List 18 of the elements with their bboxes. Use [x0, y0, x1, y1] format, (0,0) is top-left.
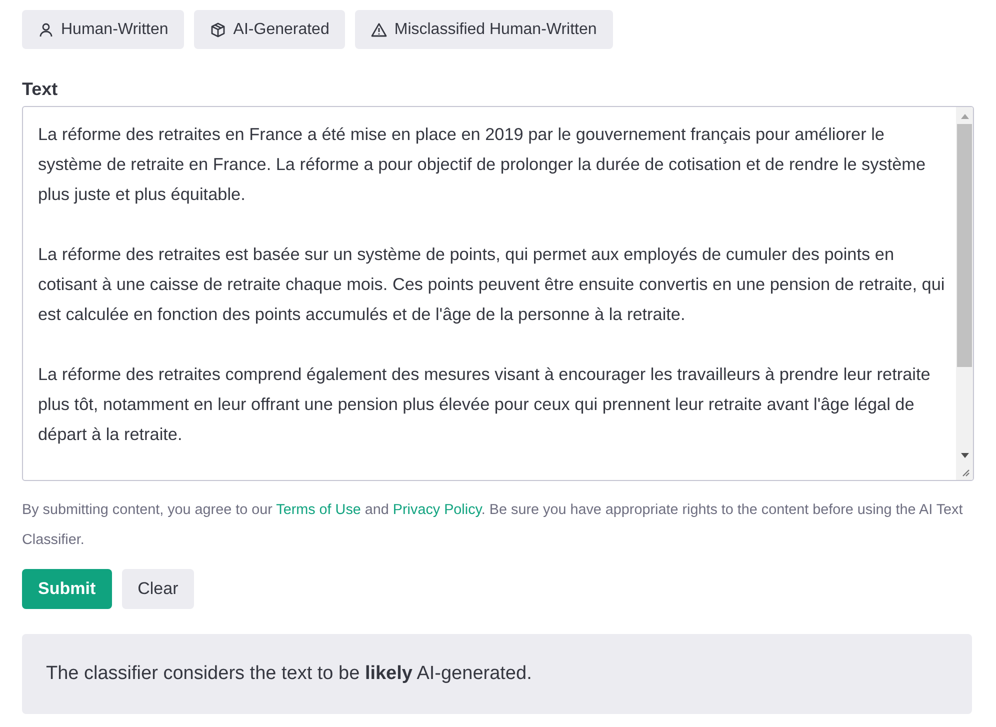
text-paragraph: La réforme des retraites comprend également des mesures visant à encourager les travailleurs à prendre leur retraite plus tôt, notamment en leur offrant une pension plus élevée pour ceux qui prennent leur retraite avant l'âge légal de départ à la retraite. [38, 363, 932, 446]
tab[interactable]: AI-Generated [194, 10, 346, 49]
field-label: Text [22, 78, 59, 100]
scroll-down-icon[interactable] [960, 453, 968, 458]
text-paragraph: La réforme des retraites en France a été mise en place en 2019 par le gouvernement français pour améliorer le système de retraite en France. La réforme a pour objectif de prolonger la durée de cotisation et de rendre le système plus juste et plus équitable. [38, 123, 927, 206]
scroll-thumb[interactable] [957, 124, 972, 367]
scroll-up-icon[interactable] [960, 114, 968, 119]
person-icon [38, 22, 54, 38]
cube-icon [210, 22, 226, 38]
result-text: The classifier considers the text to be likely AI-generated. [46, 662, 532, 686]
clear-button[interactable]: Clear [122, 569, 194, 609]
text-area[interactable] [22, 106, 974, 481]
tab[interactable]: Human-Written [22, 10, 184, 49]
text-paragraph: La réforme des retraites est basée sur un système de points, qui permet aux employés de cumuler des points en cotisant à une caisse de retraite chaque mois. Ces points peuvent être ensuite convertis en une pension de retraite, qui est calculée en fonction des points accumulés et de l'âge de la personne à la retraite. [38, 243, 945, 326]
tab[interactable]: Misclassified Human-Written [355, 10, 613, 49]
disclaimer-text: By submitting content, you agree to our Terms of Use and Privacy Policy. Be sure you have appropriate rights to the content before using the AI Text Classifier. [22, 501, 964, 550]
scrollbar[interactable] [956, 107, 973, 480]
warning-icon [371, 22, 388, 38]
